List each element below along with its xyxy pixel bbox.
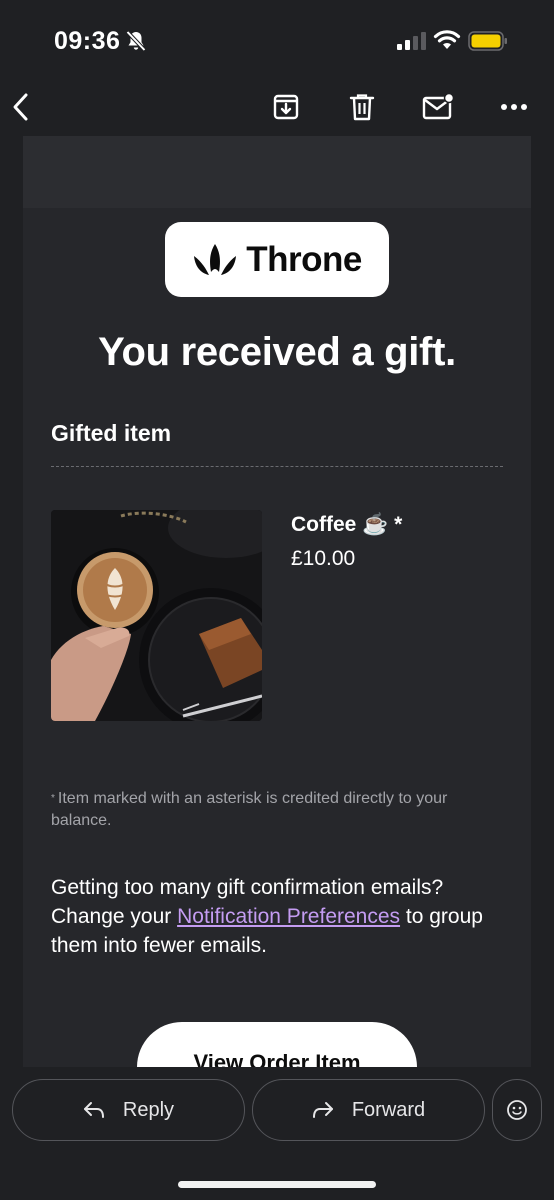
battery-icon	[468, 31, 507, 51]
cellular-signal-icon	[397, 32, 426, 50]
coffee-latte-and-cake-photo	[51, 510, 262, 721]
email-toolbar	[0, 80, 554, 136]
emoji-reaction-icon	[507, 1100, 527, 1120]
footnote-text: Item marked with an asterisk is credited…	[51, 790, 448, 829]
status-time: 09:36	[54, 27, 121, 55]
emoji-reaction-button[interactable]	[492, 1079, 542, 1141]
email-header-band	[23, 136, 531, 208]
forward-arrow-icon	[312, 1102, 333, 1118]
bottom-action-bar: Reply Forward	[0, 1067, 554, 1200]
notification-prefs-paragraph: Getting too many gift confirmation email…	[51, 873, 511, 960]
back-chevron-icon[interactable]	[4, 90, 38, 124]
divider	[51, 466, 503, 467]
more-options-icon[interactable]	[497, 90, 531, 124]
forward-label: Forward	[351, 1098, 426, 1121]
section-title: Gifted item	[51, 420, 172, 446]
email-body: Throne You received a gift. Gifted item	[23, 136, 531, 1067]
wifi-icon	[433, 30, 461, 49]
reply-label: Reply	[122, 1098, 175, 1121]
archive-icon[interactable]	[269, 90, 303, 124]
status-bar: 09:36	[0, 0, 554, 80]
item-price: £10.00	[291, 547, 356, 570]
email-headline: You received a gift.	[98, 330, 456, 374]
reply-arrow-icon	[83, 1102, 104, 1118]
email-view-screen: 09:36 Throne You received a gift. Gifted…	[0, 0, 554, 1200]
bell-slash-icon	[126, 30, 146, 52]
trash-icon[interactable]	[345, 90, 379, 124]
forward-button[interactable]: Forward	[252, 1079, 485, 1141]
home-indicator[interactable]	[178, 1181, 376, 1188]
notification-preferences-link[interactable]: Notification Preferences	[177, 905, 400, 928]
logo-text: Throne	[246, 239, 362, 279]
item-name: Coffee ☕️ *	[291, 513, 403, 536]
throne-logo: Throne	[165, 222, 389, 297]
mark-unread-icon[interactable]	[421, 90, 455, 124]
view-order-item-button[interactable]: View Order Item	[137, 1022, 417, 1067]
reply-button[interactable]: Reply	[12, 1079, 245, 1141]
asterisk-footnote: * Item marked with an asterisk is credite…	[51, 788, 491, 832]
throne-crown-icon	[194, 243, 237, 275]
footnote-marker: *	[51, 793, 55, 804]
